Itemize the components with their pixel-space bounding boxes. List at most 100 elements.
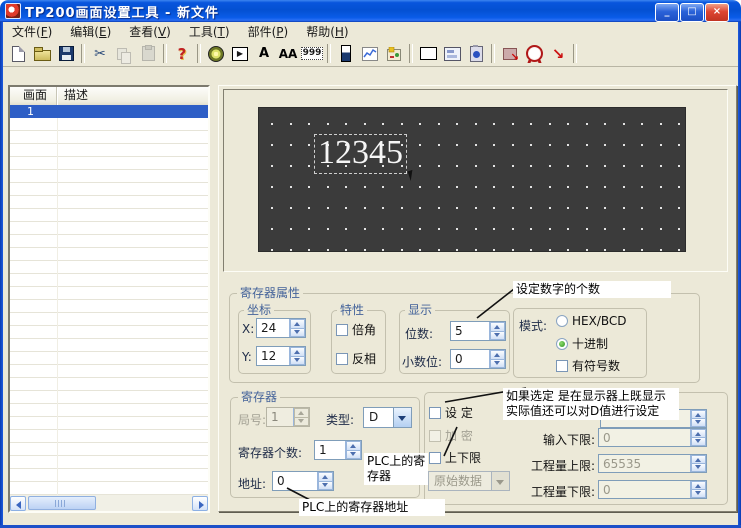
limits-option[interactable]: 上下限 [429,449,481,466]
double-size-option[interactable]: 倍角 [336,321,376,338]
column-header-description[interactable]: 描述 [57,87,208,105]
function-window-icon[interactable] [440,43,464,65]
y-field[interactable]: 12 [256,346,306,366]
station-field: 1 [266,407,310,427]
address-label: 地址: [238,475,266,492]
toolbar-separator [491,44,495,63]
mode-decimal-option[interactable]: 十进制 [556,335,608,352]
open-file-icon[interactable] [30,43,54,65]
menu-bar: 文件(F) 编辑(E) 查看(V) 工具(T) 部件(P) 帮助(H) [3,22,738,42]
address-field[interactable]: 0 [272,471,334,491]
decimals-field[interactable]: 0 [450,349,506,369]
coords-caption: 坐标 [244,303,274,317]
raw-data-combo: 原始数据 [428,471,510,491]
mouse-cursor [408,169,419,181]
eng-lower-limit-label: 工程量下限: [505,483,595,500]
register-caption: 寄存器 [238,390,280,404]
app-icon [5,3,21,19]
scroll-left-icon[interactable] [10,496,26,511]
register-type-combo[interactable]: D [363,407,412,428]
annotation-digit-count: 设定数字的个数 [513,281,671,298]
display-caption: 显示 [405,303,435,317]
rectangle-icon[interactable] [416,43,440,65]
register-count-spinner[interactable] [345,441,361,459]
number-display-icon[interactable]: 999 [300,43,324,65]
input-lower-limit-field: 0 [598,428,707,447]
toolbar: ✂ ? ▶ A AA 999 ↘ [3,41,738,67]
screen-list-header: 画面 描述 [10,87,208,106]
decimals-spinner[interactable] [489,350,505,368]
mode-hexbcd-option[interactable]: HEX/BCD [556,314,627,328]
input-upper-limit-spinner[interactable] [690,410,706,427]
y-label: Y: [242,350,252,364]
invert-option[interactable]: 反相 [336,350,376,367]
paste-icon[interactable] [136,43,160,65]
indicator-lamp-icon[interactable] [204,43,228,65]
limits-checkbox[interactable] [429,452,441,464]
hexbcd-radio[interactable] [556,315,568,327]
annotation-set-explain: 如果选定 是在显示器上既显示 实际值还可以对D值进行设定 [503,388,679,420]
input-lower-limit-spinner[interactable] [690,429,706,446]
combo-dropdown-icon[interactable] [393,408,411,427]
register-count-field[interactable]: 1 [314,440,362,460]
save-icon[interactable] [54,43,78,65]
new-file-icon[interactable] [6,43,30,65]
y-spinner[interactable] [289,347,305,365]
app-window: TP200画面设置工具 - 新文件 _ □ × 文件(F) 编辑(E) 查看(V… [0,0,741,528]
eng-upper-limit-label: 工程量上限: [505,457,595,474]
set-checkbox[interactable] [429,407,441,419]
horizontal-scrollbar[interactable] [10,495,208,511]
annotation-plc-register-address: PLC上的寄存器地址 [299,499,445,516]
help-icon[interactable]: ? [170,43,194,65]
menu-tools[interactable]: 工具(T) [180,22,239,41]
toolbar-separator [573,44,577,63]
scrollbar-thumb[interactable] [28,496,96,510]
x-field[interactable]: 24 [256,318,306,338]
menu-parts[interactable]: 部件(P) [239,22,298,41]
annotation-plc-register: PLC上的寄 存器 [364,453,428,485]
station-label: 局号: [238,411,266,428]
jump-arrow-icon[interactable]: ↘ [546,43,570,65]
clipboard-clock-icon[interactable] [464,43,488,65]
x-spinner[interactable] [289,319,305,337]
cut-icon[interactable]: ✂ [88,43,112,65]
alarm-clock-icon[interactable] [522,43,546,65]
signed-checkbox[interactable] [556,360,568,372]
bar-graph-icon[interactable] [334,43,358,65]
decimal-radio[interactable] [556,338,568,350]
data-transfer-icon[interactable] [498,43,522,65]
double-size-checkbox[interactable] [336,324,348,336]
menu-edit[interactable]: 编辑(E) [61,22,120,41]
scroll-right-icon[interactable] [192,496,208,511]
eng-lower-limit-spinner[interactable] [690,481,706,498]
set-option[interactable]: 设 定 [429,404,473,421]
static-text-icon[interactable]: A [252,43,276,65]
eng-upper-limit-spinner[interactable] [690,455,706,472]
window-frame [0,22,3,525]
hmi-canvas[interactable]: 12345 [258,107,686,252]
register-properties-caption: 寄存器属性 [237,286,303,300]
screen-list-row-selected[interactable]: 1 [10,105,208,118]
copy-icon[interactable] [112,43,136,65]
large-text-icon[interactable]: AA [276,43,300,65]
digits-field[interactable]: 5 [450,321,506,341]
digits-label: 位数: [405,325,433,342]
digits-spinner[interactable] [489,322,505,340]
menu-file[interactable]: 文件(F) [3,22,61,41]
column-header-screen[interactable]: 画面 [10,87,57,105]
address-spinner[interactable] [317,472,333,490]
maximize-button[interactable]: □ [680,3,704,22]
close-button[interactable]: × [705,3,729,22]
encrypt-checkbox [429,430,441,442]
recipe-icon[interactable] [382,43,406,65]
trend-chart-icon[interactable] [358,43,382,65]
signed-option[interactable]: 有符号数 [556,357,620,374]
invert-checkbox[interactable] [336,353,348,365]
menu-help[interactable]: 帮助(H) [297,22,357,41]
button-part-icon[interactable]: ▶ [228,43,252,65]
title-bar[interactable]: TP200画面设置工具 - 新文件 _ □ × [0,0,741,22]
toolbar-separator [163,44,167,63]
minimize-button[interactable]: _ [655,3,679,22]
menu-view[interactable]: 查看(V) [120,22,180,41]
selected-number-display[interactable]: 12345 [314,134,407,174]
